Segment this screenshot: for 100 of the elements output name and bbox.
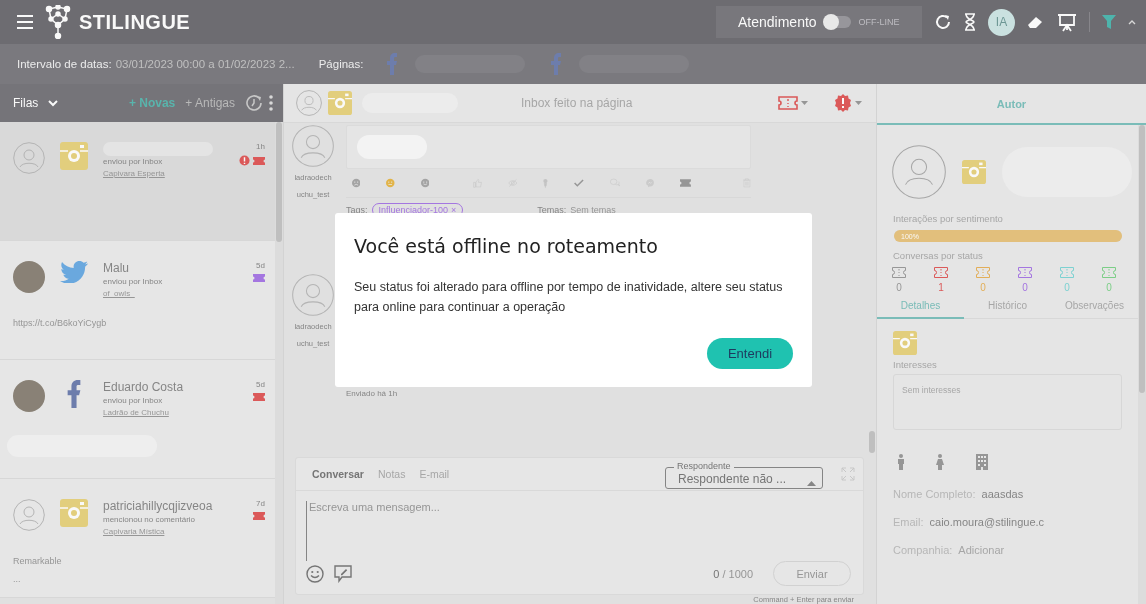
elapsed-time: 1h <box>256 142 265 151</box>
channel-label: enviou por Inbox <box>103 276 164 288</box>
instagram-icon <box>60 142 88 170</box>
add-link[interactable]: Adicionar <box>958 544 1005 556</box>
priority-dropdown[interactable] <box>834 94 862 112</box>
user-placeholder-icon <box>892 145 946 199</box>
filter-icon[interactable] <box>1102 15 1116 29</box>
status-count: 0 <box>1022 282 1028 293</box>
elapsed-time: 5d <box>256 261 265 270</box>
neutral-face-icon[interactable] <box>386 176 395 190</box>
queue-tab[interactable]: + Novas <box>128 96 176 110</box>
page-link[interactable]: Capivaria Mística <box>103 526 243 538</box>
details-tab[interactable]: Detalhes <box>877 297 964 319</box>
status-count: 0 <box>896 282 902 293</box>
status-count: 0 <box>1064 282 1070 293</box>
composer-tab[interactable]: Notas <box>377 468 406 480</box>
presentation-icon[interactable] <box>1057 12 1077 32</box>
smiley-face-icon[interactable] <box>420 176 430 190</box>
instagram-icon <box>962 160 986 184</box>
scrollbar-thumb[interactable] <box>276 122 282 242</box>
reply-composer[interactable]: Conversar Notas E-mail Respondente Respondente não ... Escreva uma mensagem... 0 / 1000 Enviar <box>295 457 864 595</box>
clock-refresh-icon[interactable] <box>245 94 263 112</box>
building-icon[interactable] <box>975 454 989 470</box>
user-placeholder-icon <box>292 274 334 316</box>
scrollbar-thumb[interactable] <box>1139 125 1145 393</box>
refresh-icon[interactable] <box>934 13 952 31</box>
tags-label: Tags: <box>346 205 368 215</box>
attendance-label: Atendimento <box>738 14 817 30</box>
note-bubble-icon[interactable] <box>334 564 352 583</box>
confirm-button[interactable]: Entendi <box>707 338 793 369</box>
caret-icon[interactable] <box>801 100 808 106</box>
user-placeholder-icon <box>13 142 45 174</box>
expand-icon[interactable] <box>841 467 855 481</box>
attendance-status: OFF-LINE <box>858 17 900 27</box>
topics-label: Temas: <box>537 205 567 215</box>
interests-label: Interesses <box>893 359 938 370</box>
elapsed-time: 5d <box>256 380 265 389</box>
emoji-icon[interactable] <box>306 564 324 583</box>
caret-icon[interactable] <box>855 100 862 106</box>
user-avatar[interactable]: IA <box>988 8 1015 36</box>
field-value: aaasdas <box>981 488 1024 500</box>
dialog-message: Seu status foi alterado para offline por tempo de inatividade, altere seu status para online para continuar a operação <box>354 279 784 316</box>
composer-tab[interactable]: E-mail <box>419 468 450 480</box>
attendance-toggle[interactable] <box>824 16 851 28</box>
menu-icon[interactable] <box>17 15 33 29</box>
author-tab[interactable]: Autor <box>877 84 1146 125</box>
conversation-card[interactable]: Malu enviou por Inbox of_owls_ 5d https://t.co/B6koYiCygb <box>0 241 275 360</box>
field-value: caio.moura@stilingue.c <box>929 516 1045 528</box>
hourglass-icon[interactable] <box>964 13 976 31</box>
avatar-photo-placeholder <box>13 261 45 293</box>
ticket-icon[interactable] <box>680 177 692 189</box>
bird-icon <box>60 261 88 283</box>
queues-dropdown[interactable]: Filas <box>13 96 39 110</box>
date-range-value[interactable]: 03/01/2023 00:00 a 01/02/2023 2... <box>115 58 295 70</box>
kebab-menu-icon[interactable] <box>269 95 273 111</box>
status-count: 0 <box>980 282 986 293</box>
instagram-icon <box>328 91 352 115</box>
user-placeholder-icon <box>13 499 45 531</box>
user-placeholder-icon <box>296 90 322 116</box>
eraser-icon[interactable] <box>1027 15 1045 29</box>
details-tab[interactable]: Histórico <box>964 297 1051 318</box>
message-preview: ... <box>13 573 22 586</box>
page-link[interactable]: Ladrão de Chuchu <box>103 407 243 419</box>
author-name: Malu <box>103 261 130 276</box>
channel-label: mencionou no comentário <box>103 514 197 526</box>
channel-label: enviou por Inbox <box>103 395 164 407</box>
page-link[interactable]: of_owls_ <box>103 288 243 300</box>
remove-tag-icon[interactable]: × <box>451 205 457 215</box>
elapsed-time: 7d <box>256 499 265 508</box>
message-preview: https://t.co/B6koYiCygb <box>13 317 108 330</box>
sad-face-icon[interactable] <box>352 176 361 190</box>
network-logo-icon <box>45 5 71 39</box>
status-count: 1 <box>938 282 944 293</box>
checkmark-icon[interactable] <box>574 177 584 189</box>
instagram-icon <box>893 331 917 355</box>
brand-name: STILINGUE <box>79 10 191 34</box>
male-figure-icon[interactable] <box>897 454 905 470</box>
dialog-title: Você está offline no roteamento <box>354 235 659 257</box>
page-link[interactable]: Capivara Esperta <box>103 168 229 180</box>
avatar-photo-placeholder <box>13 380 45 412</box>
queue-tab[interactable]: + Antigas <box>185 96 235 110</box>
user-placeholder-icon <box>292 125 334 167</box>
female-figure-icon[interactable] <box>936 454 944 470</box>
caret-icon[interactable] <box>1128 19 1136 25</box>
channel-label: enviou por Inbox <box>103 156 164 168</box>
ticket-status-dropdown[interactable] <box>778 96 808 110</box>
topics-value: Sem temas <box>570 205 616 215</box>
date-range-label: Intervalo de datas: <box>17 58 112 70</box>
details-tab[interactable]: Observações <box>1051 297 1138 318</box>
chevron-down-icon[interactable] <box>48 99 59 107</box>
conversation-card[interactable]: patriciahillycqjizveoa mencionou no comentário Capivaria Mística 7d Remarkable ... <box>0 479 275 598</box>
scrollbar-thumb[interactable] <box>869 431 875 453</box>
conversation-card[interactable]: Eduardo Costa enviou por Inbox Ladrão de Chuchu 5d <box>0 360 275 479</box>
composer-tab[interactable]: Conversar <box>312 468 364 480</box>
facebook-icon <box>67 380 81 408</box>
caret-icon[interactable] <box>807 481 816 486</box>
status-count: 0 <box>1106 282 1112 293</box>
conversation-card[interactable]: enviou por Inbox Capivara Esperta 1h <box>0 122 275 241</box>
instagram-icon <box>60 499 88 527</box>
message-preview: Remarkable <box>13 555 63 568</box>
